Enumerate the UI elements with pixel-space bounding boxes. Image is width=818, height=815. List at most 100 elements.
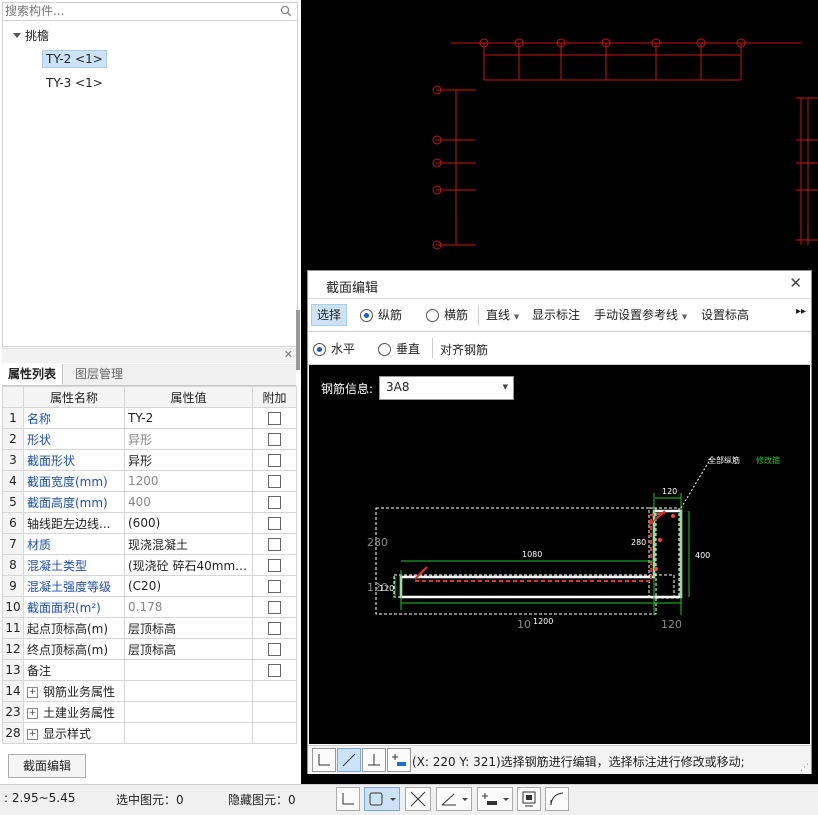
component-tree: 挑檐 TY-2 <1> TY-3 <1>: [2, 20, 298, 347]
property-value[interactable]: [124, 659, 253, 681]
property-value[interactable]: 层顶标高: [124, 617, 253, 639]
expand-plus-icon[interactable]: +: [27, 728, 38, 740]
vertical-radio[interactable]: 垂直: [378, 340, 420, 357]
property-value[interactable]: TY-2: [124, 407, 253, 429]
tab-layers[interactable]: 图层管理: [69, 364, 129, 384]
property-value[interactable]: 0.178: [124, 596, 253, 618]
property-value[interactable]: 异形: [124, 428, 253, 450]
orthogonal-tool-button[interactable]: [312, 748, 336, 772]
tree-item-ty2[interactable]: TY-2 <1>: [42, 50, 107, 68]
table-row[interactable]: 8 混凝土类型 (现浇砼 碎石40mm ...: [2, 554, 297, 576]
close-icon[interactable]: ✕: [284, 348, 293, 361]
set-elevation-button[interactable]: 设置标高: [701, 306, 749, 323]
longitudinal-radio[interactable]: 纵筋: [360, 306, 402, 323]
extra-checkbox[interactable]: [268, 664, 281, 677]
align-rebar-button[interactable]: 对齐钢筋: [440, 341, 488, 358]
transverse-radio[interactable]: 横筋: [426, 306, 468, 323]
extra-checkbox[interactable]: [268, 433, 281, 446]
property-value[interactable]: 层顶标高: [124, 638, 253, 660]
table-row[interactable]: 3 截面形状 异形: [2, 449, 297, 471]
table-row[interactable]: 2 形状 异形: [2, 428, 297, 450]
extra-checkbox[interactable]: [268, 601, 281, 614]
property-value[interactable]: [124, 701, 253, 723]
extra-checkbox[interactable]: [268, 580, 281, 593]
toolbar-overflow-icon[interactable]: ▸▸: [796, 306, 806, 317]
property-value[interactable]: 异形: [124, 449, 253, 471]
tree-group-label[interactable]: 挑檐: [25, 27, 49, 44]
resize-grip-icon[interactable]: ⋰: [800, 763, 809, 773]
extra-checkbox[interactable]: [268, 496, 281, 509]
dim-120-top[interactable]: 120: [662, 487, 677, 496]
dim-280-left[interactable]: 280: [367, 536, 388, 549]
ortho-mode-button[interactable]: [336, 787, 360, 811]
section-edit-dialog: 截面编辑 ✕ 选择 纵筋 横筋 直线 ▼ 显示标注 手动设置参考线 ▼ 设置标高…: [307, 270, 812, 774]
table-row[interactable]: 7 材质 现浇混凝土: [2, 533, 297, 555]
property-value[interactable]: (600): [124, 512, 253, 534]
panel-splitter[interactable]: ✕: [2, 348, 296, 363]
extra-checkbox[interactable]: [268, 475, 281, 488]
expand-plus-icon[interactable]: +: [27, 686, 38, 698]
extra-checkbox[interactable]: [268, 643, 281, 656]
label-modify[interactable]: 修改箍: [756, 455, 780, 465]
cross-mode-button[interactable]: [405, 787, 431, 811]
table-row[interactable]: 11 起点顶标高(m) 层顶标高: [2, 617, 297, 639]
property-value[interactable]: 现浇混凝土: [124, 533, 253, 555]
table-row[interactable]: 13 备注: [2, 659, 297, 681]
property-value[interactable]: (C20): [124, 575, 253, 597]
horizontal-radio[interactable]: 水平: [313, 340, 355, 357]
dim-1200[interactable]: 1200: [533, 617, 553, 626]
table-row[interactable]: 5 截面高度(mm) 400: [2, 491, 297, 513]
extra-checkbox[interactable]: [268, 412, 281, 425]
snap-mode-button[interactable]: [364, 787, 400, 811]
section-edit-button[interactable]: 截面编辑: [8, 754, 86, 778]
dim-280-mid[interactable]: 280: [631, 538, 646, 547]
search-input[interactable]: [5, 3, 270, 19]
extra-checkbox[interactable]: [268, 622, 281, 635]
close-icon[interactable]: ✕: [789, 274, 802, 292]
table-row[interactable]: 12 终点顶标高(m) 层顶标高: [2, 638, 297, 660]
dim-1080[interactable]: 1080: [522, 550, 542, 559]
property-name-text: 截面形状: [27, 453, 76, 468]
section-canvas[interactable]: 钢筋信息: 3A8 ▼ 全部纵筋 修改箍 120 280 1080 400 12…: [309, 365, 810, 744]
table-row[interactable]: 28 + 显示样式: [2, 722, 297, 744]
property-value[interactable]: [124, 722, 253, 744]
table-row[interactable]: 14 + 钢筋业务属性: [2, 680, 297, 702]
line-dropdown[interactable]: 直线 ▼: [486, 306, 519, 323]
dim-120-left[interactable]: 120: [367, 581, 388, 594]
extra-checkbox[interactable]: [268, 517, 281, 530]
display-mode-button[interactable]: [517, 787, 541, 811]
dimension-tool-button[interactable]: [387, 748, 411, 772]
table-row[interactable]: 23 + 土建业务属性: [2, 701, 297, 723]
perpendicular-tool-button[interactable]: [362, 748, 386, 772]
arc-mode-button[interactable]: [545, 787, 569, 811]
splitter-handle[interactable]: [296, 310, 300, 370]
label-all-longitudinal[interactable]: 全部纵筋: [708, 455, 740, 465]
select-button[interactable]: 选择: [311, 304, 348, 326]
property-value[interactable]: 400: [124, 491, 253, 513]
search-icon[interactable]: [280, 5, 292, 17]
dim-400[interactable]: 400: [695, 551, 710, 560]
dim-120-bottom[interactable]: 120: [661, 618, 682, 631]
show-labels-button[interactable]: 显示标注: [532, 306, 580, 323]
line-tool-button[interactable]: [337, 748, 361, 772]
dim-10[interactable]: 10: [517, 618, 531, 631]
tree-item-ty3[interactable]: TY-3 <1>: [46, 76, 103, 90]
table-row[interactable]: 4 截面宽度(mm) 1200: [2, 470, 297, 492]
expand-plus-icon[interactable]: +: [27, 707, 38, 719]
extra-checkbox[interactable]: [268, 454, 281, 467]
table-row[interactable]: 10 截面面积(m²) 0.178: [2, 596, 297, 618]
tree-group-toggle[interactable]: [13, 29, 21, 43]
extra-checkbox[interactable]: [268, 559, 281, 572]
dialog-toolbar-primary: 选择 纵筋 横筋 直线 ▼ 显示标注 手动设置参考线 ▼ 设置标高 ▸▸: [308, 299, 811, 332]
property-value[interactable]: [124, 680, 253, 702]
table-row[interactable]: 1 名称 TY-2: [2, 407, 297, 429]
table-row[interactable]: 9 混凝土强度等级 (C20): [2, 575, 297, 597]
manual-ref-dropdown[interactable]: 手动设置参考线 ▼: [594, 306, 687, 323]
angle-mode-button[interactable]: [436, 787, 472, 811]
table-row[interactable]: 6 轴线距左边线... (600): [2, 512, 297, 534]
property-value[interactable]: 1200: [124, 470, 253, 492]
dimension-mode-button[interactable]: [477, 787, 513, 811]
extra-checkbox[interactable]: [268, 538, 281, 551]
tab-properties[interactable]: 属性列表: [2, 364, 64, 385]
property-value[interactable]: (现浇砼 碎石40mm ...: [124, 554, 253, 576]
